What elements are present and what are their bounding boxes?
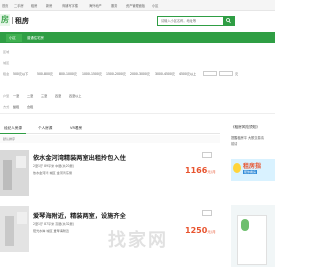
filter-option[interactable]: 4500元以上 <box>179 71 196 76</box>
listing-photo[interactable] <box>0 150 29 196</box>
filter-option[interactable]: 合租 <box>27 104 33 109</box>
listing-photo[interactable] <box>0 206 29 252</box>
filter-option[interactable]: 四室 <box>55 93 61 98</box>
price-unit: 元/月 <box>207 170 216 174</box>
filter-option[interactable]: 2000-3000元 <box>130 71 150 76</box>
topnav-item[interactable]: 新房 <box>46 3 52 8</box>
filter-key: 方式 <box>3 105 10 109</box>
topnav-item[interactable]: 服务 <box>111 3 117 8</box>
favorite-button[interactable] <box>202 210 212 216</box>
listing-price: 1250元/月 <box>185 226 216 235</box>
risk-notice-title[interactable]: 《租房风险须知》 <box>231 125 260 130</box>
image-plant <box>241 219 249 231</box>
listing-location[interactable]: 阳光水岸 城区 爱琴海附近 <box>33 228 69 233</box>
price-value: 1250 <box>185 226 208 235</box>
filter-option[interactable]: 整租 <box>13 104 19 109</box>
page-title: 租房 <box>15 17 29 25</box>
topnav-item[interactable]: 商铺写字楼 <box>62 3 78 8</box>
lightbulb-icon <box>233 163 241 173</box>
tab-vr-viewing[interactable]: VR看房 <box>70 126 82 131</box>
risk-notice-line: 提醒租房平 大额交易请 <box>231 136 264 140</box>
sort-option[interactable]: 默认排序 <box>3 137 15 141</box>
header: 房 租房 <box>0 11 275 32</box>
filter-option[interactable]: 3000-4500元 <box>155 71 175 76</box>
tab-personal-listings[interactable]: 个人房源 <box>38 126 52 131</box>
listing-title[interactable]: 爱琴海附近，精装两室，设施齐全 <box>33 211 126 220</box>
topnav-item[interactable]: 小区 <box>152 3 158 8</box>
photo-window <box>16 156 26 168</box>
topnav-item[interactable]: 首页 <box>2 3 8 8</box>
filter-option[interactable]: 1000-1500元 <box>82 71 102 76</box>
sidebar-room-image[interactable] <box>231 205 275 267</box>
filter-row-district: 城区 <box>0 58 275 68</box>
filter-option[interactable]: 500元以下 <box>13 71 28 76</box>
search-box <box>157 16 235 26</box>
topnav-item[interactable]: 海外地产 <box>89 3 102 8</box>
filter-option[interactable]: 1500-2000元 <box>106 71 126 76</box>
logo-divider <box>12 17 13 24</box>
filter-row-mode: 方式 整租 合租 <box>0 102 275 112</box>
filter-row-layout: 户型 一室 二室 三室 四室 四室以上 <box>0 91 275 101</box>
filter-option[interactable]: 二室 <box>27 93 33 98</box>
price-value: 1166 <box>185 166 208 175</box>
search-button[interactable] <box>223 17 234 25</box>
filter-key: 区域 <box>3 50 10 54</box>
topnav-item[interactable]: 二手房 <box>14 3 24 8</box>
banner-subline: 帮你看房 <box>243 170 258 174</box>
search-icon <box>226 18 231 24</box>
sort-bar: 默认排序 <box>0 135 220 143</box>
topnav-item[interactable]: 租房 <box>31 3 37 8</box>
photo-window <box>17 212 27 224</box>
filter-option[interactable]: 800-1000元 <box>59 71 77 76</box>
filter-key: 租金 <box>3 72 10 76</box>
divider <box>0 113 275 114</box>
filter-key: 城区 <box>3 61 10 65</box>
listing-location[interactable]: 依水金河湾 城区 金河湾东侧 <box>33 170 72 175</box>
filter-option[interactable]: 四室以上 <box>69 93 81 98</box>
filter-option[interactable]: 500-800元 <box>37 71 53 76</box>
listing-title[interactable]: 依水金河湾精装两室出租拎包入住 <box>33 153 126 162</box>
price-unit: 元 <box>235 72 239 76</box>
filter-option[interactable]: 三室 <box>41 93 47 98</box>
filter-row-area: 区域 <box>0 47 275 57</box>
filter-option[interactable]: 一室 <box>13 93 19 98</box>
search-input[interactable] <box>158 17 218 25</box>
category-tab[interactable]: 小区 <box>9 35 16 40</box>
rental-guide-banner[interactable]: 租房指 帮你看房 <box>231 159 275 181</box>
price-max-input[interactable] <box>219 71 233 76</box>
filter-row-price: 租金 500元以下 500-800元 800-1000元 1000-1500元 … <box>0 69 275 79</box>
banner-headline: 租房指 <box>243 163 262 170</box>
listing-tabs: 经纪人房源 个人房源 VR看房 <box>0 123 220 134</box>
photo-door <box>5 216 14 246</box>
category-tab[interactable]: 普通住宅房 <box>27 35 44 40</box>
filter-row-extra <box>0 80 275 90</box>
top-nav: 首页 二手房 租房 新房 商铺写字楼 海外地产 服务 资产管理面板 小区 <box>0 0 275 11</box>
topnav-item[interactable]: 资产管理面板 <box>126 3 145 8</box>
watermark: 找家网 <box>108 230 168 251</box>
listing-meta: 2室1厅 89平米 中层(共20层) <box>33 164 74 168</box>
tab-active-underline <box>0 133 26 134</box>
risk-notice-line: 前请 <box>231 142 238 146</box>
filter-key: 户型 <box>3 94 10 98</box>
price-min-input[interactable] <box>203 71 217 76</box>
photo-door <box>3 160 12 190</box>
price-unit: 元/月 <box>207 230 216 234</box>
favorite-button[interactable] <box>202 152 212 158</box>
filter-panel: 区域 城区 租金 500元以下 500-800元 800-1000元 1000-… <box>0 47 275 117</box>
category-bar: 小区 普通住宅房 <box>0 32 275 43</box>
listing-meta: 2室1厅 87平米 高层(共32层) <box>33 222 74 226</box>
tab-agent-listings[interactable]: 经纪人房源 <box>4 126 22 131</box>
listing-price: 1166元/月 <box>185 166 216 175</box>
site-logo[interactable]: 房 <box>0 14 10 26</box>
